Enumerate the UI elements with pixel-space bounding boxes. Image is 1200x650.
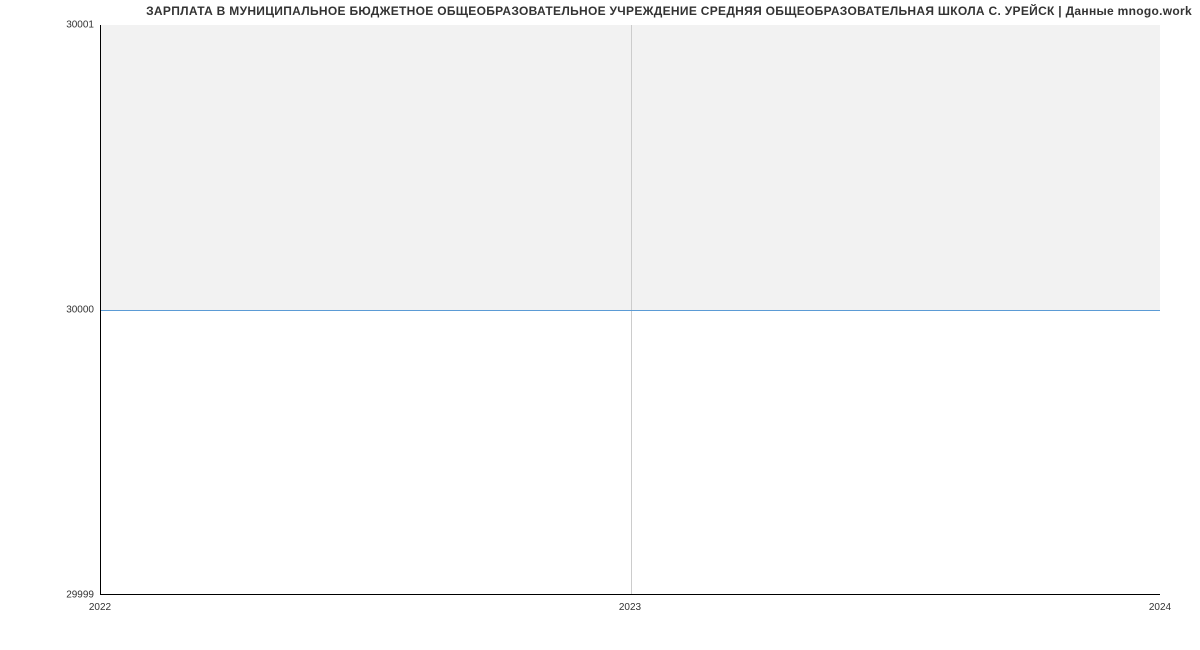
xtick-2023: 2023 [619, 602, 641, 613]
ytick-30001: 30001 [4, 20, 94, 31]
xtick-2024: 2024 [1149, 602, 1171, 613]
ytick-30000: 30000 [4, 305, 94, 316]
plot-area [100, 25, 1160, 595]
salary-line [101, 310, 1160, 311]
chart-title: ЗАРПЛАТА В МУНИЦИПАЛЬНОЕ БЮДЖЕТНОЕ ОБЩЕО… [0, 4, 1192, 18]
xtick-2022: 2022 [89, 602, 111, 613]
salary-chart: ЗАРПЛАТА В МУНИЦИПАЛЬНОЕ БЮДЖЕТНОЕ ОБЩЕО… [0, 0, 1200, 650]
ytick-29999: 29999 [4, 590, 94, 601]
